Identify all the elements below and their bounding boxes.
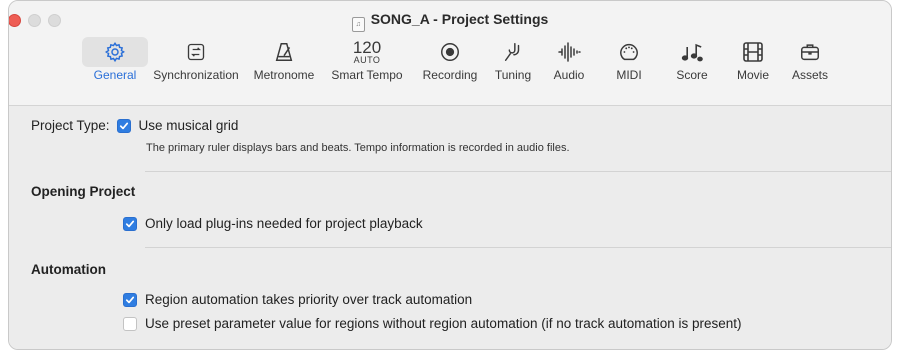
- midi-port-icon: [609, 39, 649, 65]
- waveform-icon: [547, 39, 591, 65]
- tab-label: Smart Tempo: [331, 68, 403, 82]
- window-title-text: SONG_A - Project Settings: [370, 11, 549, 27]
- title-bar: ♫ SONG_A - Project Settings General Synch…: [9, 1, 891, 106]
- tab-synchronization[interactable]: Synchronization: [149, 39, 243, 95]
- tempo-icon: 120 AUTO: [327, 39, 407, 65]
- tab-movie[interactable]: Movie: [731, 39, 775, 95]
- tab-label: Movie: [736, 68, 769, 82]
- tab-label: Tuning: [494, 68, 532, 82]
- tempo-value: 120: [352, 37, 382, 57]
- tab-label: General: [93, 68, 137, 82]
- tab-label: Recording: [422, 68, 478, 82]
- tab-label: Audio: [553, 68, 585, 82]
- document-icon: ♫: [351, 17, 365, 32]
- metronome-icon: [249, 39, 319, 65]
- preset-parameter-checkbox[interactable]: [123, 316, 137, 331]
- automation-heading: Automation: [31, 262, 106, 277]
- tempo-mode: AUTO: [353, 54, 381, 65]
- preset-parameter-row: Use preset parameter value for regions w…: [123, 316, 742, 331]
- tab-label: Assets: [791, 68, 828, 82]
- region-priority-row: Region automation takes priority over tr…: [123, 292, 472, 307]
- tab-assets[interactable]: Assets: [785, 39, 835, 95]
- section-divider: [145, 247, 891, 248]
- project-type-label: Project Type:: [31, 118, 110, 133]
- tuning-fork-icon: [490, 39, 536, 65]
- region-priority-label: Region automation takes priority over tr…: [145, 292, 473, 307]
- settings-toolbar: General Synchronization Metronome 120 AU…: [9, 37, 891, 99]
- preset-parameter-label: Use preset parameter value for regions w…: [145, 316, 742, 331]
- gear-icon: [86, 39, 144, 65]
- tab-general[interactable]: General: [82, 37, 148, 95]
- only-load-plugins-checkbox[interactable]: [123, 216, 137, 231]
- record-icon: [417, 39, 483, 65]
- region-priority-checkbox[interactable]: [123, 292, 137, 307]
- project-type-row: Project Type: Use musical grid: [31, 118, 238, 133]
- tab-tuning[interactable]: Tuning: [490, 39, 536, 95]
- tab-label: Synchronization: [153, 68, 239, 82]
- project-settings-window: ♫ SONG_A - Project Settings General Synch…: [8, 0, 892, 350]
- tab-audio[interactable]: Audio: [547, 39, 591, 95]
- tab-smart-tempo[interactable]: 120 AUTO Smart Tempo: [327, 39, 407, 95]
- musical-grid-description: The primary ruler displays bars and beat…: [146, 142, 570, 154]
- only-load-plugins-row: Only load plug-ins needed for project pl…: [123, 216, 423, 231]
- opening-project-heading: Opening Project: [31, 184, 136, 199]
- tab-metronome[interactable]: Metronome: [249, 39, 319, 95]
- tab-label: Metronome: [253, 68, 315, 82]
- only-load-plugins-label: Only load plug-ins needed for project pl…: [145, 216, 423, 231]
- notes-icon: [671, 39, 713, 65]
- sync-icon: [149, 39, 243, 65]
- briefcase-icon: [785, 39, 835, 65]
- film-icon: [731, 39, 775, 65]
- tab-label: MIDI: [616, 68, 642, 82]
- musical-grid-checkbox[interactable]: [116, 118, 131, 133]
- tab-label: Score: [676, 68, 708, 82]
- general-settings-pane: Project Type: Use musical grid The prima…: [9, 106, 891, 349]
- tab-recording[interactable]: Recording: [417, 39, 483, 95]
- tab-midi[interactable]: MIDI: [609, 39, 649, 95]
- musical-grid-label: Use musical grid: [138, 118, 239, 133]
- section-divider: [145, 171, 891, 172]
- window-title: ♫ SONG_A - Project Settings: [9, 11, 891, 32]
- tab-score[interactable]: Score: [671, 39, 713, 95]
